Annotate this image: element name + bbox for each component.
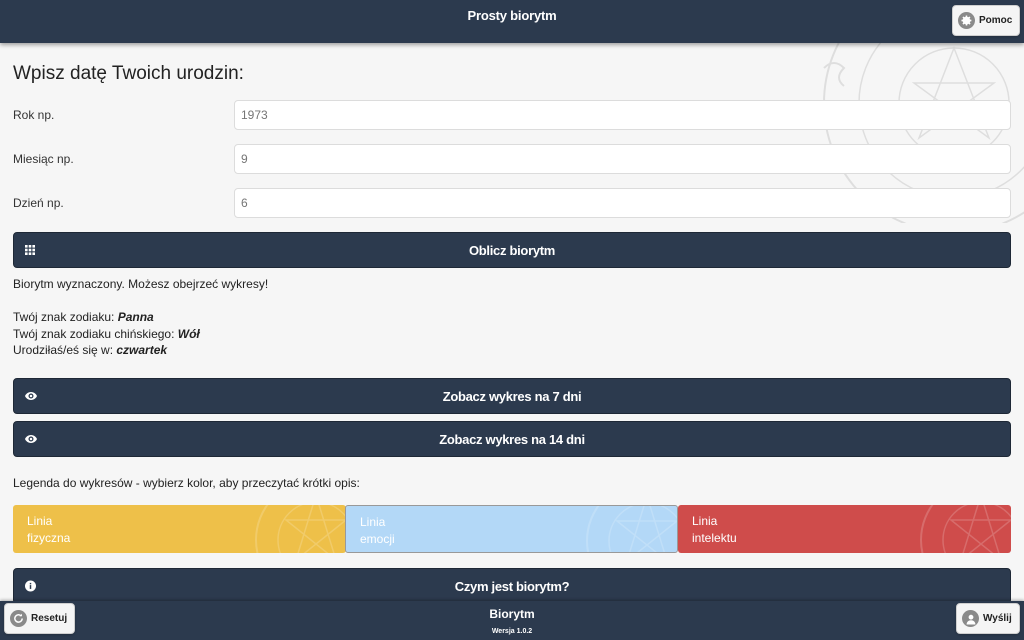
day-label: Dzień np. [13,196,64,210]
legend-intellectual-card[interactable]: Linia intelektu [678,505,1011,553]
chart-14-days-label: Zobacz wykres na 14 dni [439,431,585,447]
chinese-zodiac-label: Twój znak zodiaku chińskiego: [13,326,178,341]
about-biorhythm-button[interactable]: Czym jest biorytm? [13,568,1011,604]
about-biorhythm-label: Czym jest biorytm? [454,578,570,594]
grid-icon [25,245,35,255]
weekday-line: Urodziłaś/eś się w: czwartek [13,342,200,359]
form-title: Wpisz datę Twoich urodzin: [13,63,244,84]
chinese-zodiac-line: Twój znak zodiaku chińskiego: Wół [13,326,200,343]
month-label: Miesiąc np. [13,152,74,166]
zodiac-value: Panna [117,310,154,324]
legend-intro: Legenda do wykresów - wybierz kolor, aby… [13,476,360,490]
legend-intellectual-line2: intelektu [692,531,737,545]
weekday-value: czwartek [116,343,168,357]
chart-14-days-button[interactable]: Zobacz wykres na 14 dni [13,421,1011,457]
zodiac-line: Twój znak zodiaku: Panna [13,309,200,326]
reset-label: Resetuj [31,613,68,624]
eye-icon [25,392,37,401]
year-input[interactable] [234,100,1011,130]
eye-icon [25,435,37,444]
help-label: Pomoc [979,15,1013,26]
app-title: Prosty biorytm [467,8,557,23]
bottom-bar: Biorytm Wersja 1.0.2 Resetuj Wyślij [0,601,1024,640]
send-button[interactable]: Wyślij [956,603,1020,634]
top-bar: Prosty biorytm Pomoc [0,0,1024,43]
weekday-label: Urodziłaś/eś się w: [13,343,117,357]
chart-7-days-button[interactable]: Zobacz wykres na 7 dni [13,378,1011,414]
legend-emotional-line2: emocji [360,532,395,546]
year-label: Rok np. [13,108,55,122]
month-input[interactable] [234,144,1011,174]
send-label: Wyślij [983,613,1012,624]
help-button[interactable]: Pomoc [952,5,1020,36]
legend-physical-line2: fizyczna [27,531,71,545]
gear-icon [958,12,975,29]
refresh-icon [10,610,27,627]
result-details: Twój znak zodiaku: Panna Twój znak zodia… [13,309,200,359]
legend-physical-line1: Linia [27,514,53,528]
chinese-zodiac-value: Wół [177,326,200,341]
legend-physical-card[interactable]: Linia fizyczna [13,505,346,553]
calculate-label: Oblicz biorytm [468,242,556,258]
result-status: Biorytm wyznaczony. Możesz obejrzeć wykr… [13,277,269,291]
version-label: Wersja 1.0.2 [491,628,533,635]
calculate-button[interactable]: Oblicz biorytm [13,232,1011,268]
footer-title: Biorytm [489,607,535,621]
legend-emotional-line1: Linia [360,515,386,529]
user-icon [962,610,979,627]
day-input[interactable] [234,188,1011,218]
zodiac-label: Twój znak zodiaku: [13,310,118,324]
legend-intellectual-line1: Linia [692,514,718,528]
reset-button[interactable]: Resetuj [4,603,75,634]
legend-emotional-card[interactable]: Linia emocji [345,505,678,553]
chart-7-days-label: Zobacz wykres na 7 dni [442,388,582,404]
info-icon [25,580,36,592]
